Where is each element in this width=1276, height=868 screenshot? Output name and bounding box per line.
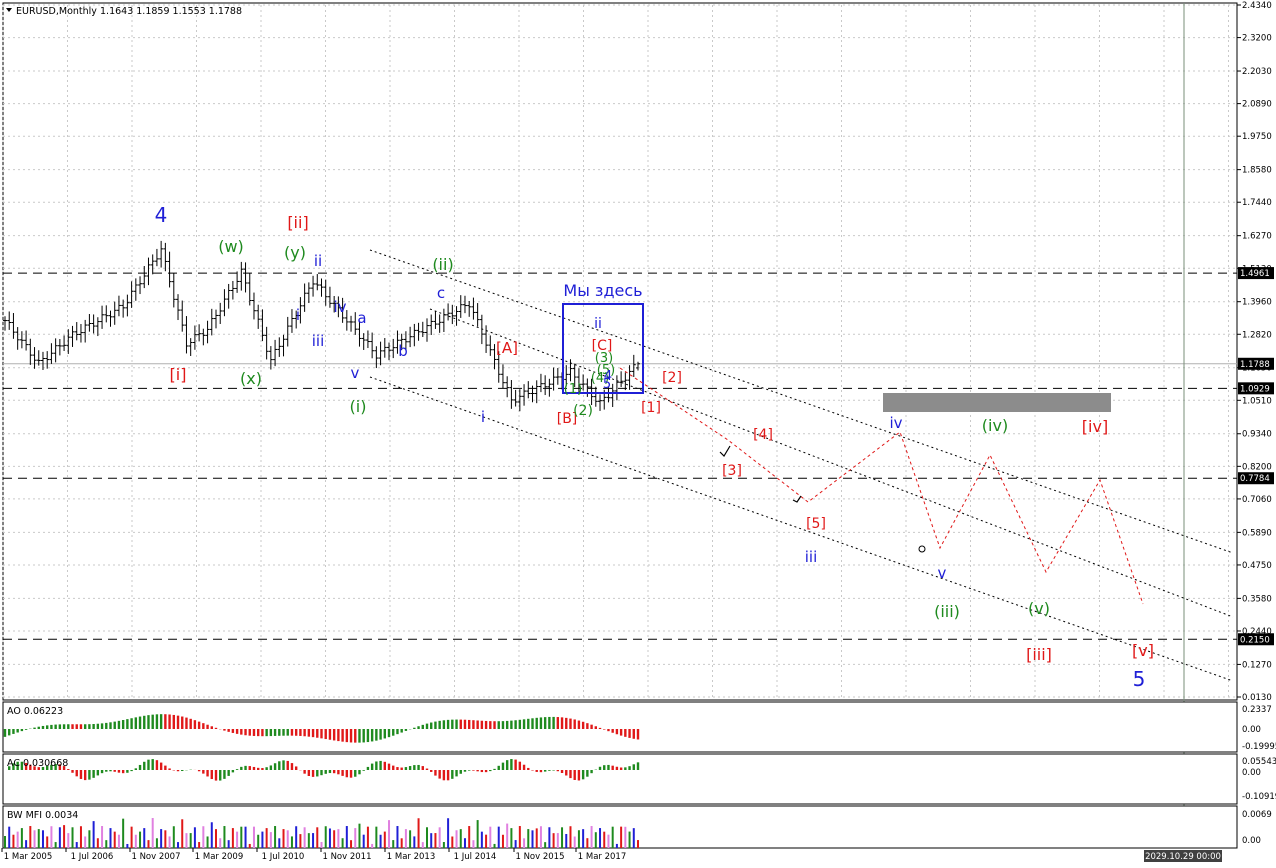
wave-label: (x) [240, 369, 262, 388]
wave-label: [ii] [287, 213, 308, 232]
y-tick-label: 2.2030 [1242, 67, 1272, 77]
mfi-panel [2, 805, 1238, 849]
time-cursor-label: 2029.10.29 00:00 [1145, 852, 1221, 862]
x-tick-label: 1 Jul 2010 [262, 852, 305, 862]
x-tick-label: 1 Jul 2014 [454, 852, 497, 862]
wave-label: [2] [662, 370, 682, 386]
x-tick-label: 1 Jul 2006 [71, 852, 114, 862]
wave-label: (ii) [432, 255, 453, 274]
y-tick-label: 0.0130 [1242, 693, 1272, 703]
wave-label: [4] [753, 427, 773, 443]
y-tick-label: 0.7060 [1242, 495, 1272, 505]
wave-label: [i] [170, 365, 187, 384]
wave-label: v [351, 364, 360, 382]
indicator-tick-label: -0.19995 [1242, 742, 1276, 752]
annotation-text: Мы здесь [563, 281, 642, 300]
y-tick-label: 1.0510 [1242, 396, 1272, 406]
price-tag-label: 1.4961 [1240, 269, 1270, 279]
mfi-label: BW MFI 0.0034 [7, 810, 78, 821]
ohlc-label: 1.1643 1.1859 1.1553 1.1788 [100, 6, 242, 17]
x-tick-label: 1 Mar 2009 [195, 852, 243, 862]
symbol-label: EURUSD,Monthly [16, 6, 97, 17]
x-tick-label: 1 Nov 2007 [131, 852, 180, 862]
wave-label: iv [889, 414, 902, 432]
indicator-tick-label: 0.055436 [1242, 757, 1276, 767]
ac-label: AC 0.030668 [7, 758, 68, 769]
wave-label: iii [312, 332, 325, 350]
wave-label: iii [805, 548, 818, 566]
indicator-tick-label: 0.0069 [1242, 810, 1272, 820]
ao-panel [2, 701, 1238, 753]
wave-label: (y) [284, 243, 306, 262]
wave-label: [v] [1132, 641, 1154, 660]
y-tick-label: 2.4340 [1242, 1, 1272, 11]
x-tick-label: 1 Mar 2013 [387, 852, 435, 862]
indicator-tick-label: 0.00 [1242, 768, 1261, 778]
price-panel [2, 2, 1238, 701]
y-tick-label: 1.6270 [1242, 232, 1272, 242]
price-tag-label: 0.2150 [1240, 635, 1270, 645]
x-tick-label: 1 Mar 2017 [578, 852, 626, 862]
wave-label: (1) [564, 382, 582, 397]
wave-label: [A] [496, 339, 518, 357]
indicator-tick-label: 0.00 [1242, 836, 1261, 846]
wave-label: [1] [641, 400, 661, 416]
indicator-axis: 0.23370.00-0.199950.0554360.00-0.109190.… [1242, 705, 1276, 846]
wave-label: i [481, 408, 485, 426]
wave-label: 5 [603, 377, 611, 392]
wave-label: ii [594, 316, 602, 332]
y-tick-label: 1.7440 [1242, 198, 1272, 208]
wave-label: ii [314, 252, 322, 270]
wave-label: (v) [1028, 599, 1050, 618]
wave-label: i [296, 306, 300, 324]
chart-header: EURUSD,Monthly 1.1643 1.1859 1.1553 1.17… [6, 6, 242, 17]
x-tick-label: 1 Nov 2011 [322, 852, 371, 862]
y-tick-label: 1.2820 [1242, 330, 1272, 340]
chart-canvas: 2.4340 2.3200 2.2030 2.0890 1.9750 1.8580 1.74… [1, 1, 1276, 862]
time-axis: 1 Mar 2005 1 Jul 2006 1 Nov 2007 1 Mar 2009… [1, 848, 626, 862]
y-tick-label: 0.5890 [1242, 528, 1272, 538]
wave-label: [iv] [1082, 417, 1108, 436]
y-tick-label: 1.9750 [1242, 132, 1272, 142]
wave-label: b [398, 342, 408, 360]
wave-label: (w) [218, 237, 244, 256]
ac-panel [2, 753, 1238, 805]
ao-label: AO 0.06223 [7, 706, 63, 717]
y-tick-label: 1.8580 [1242, 166, 1272, 176]
wave-label: 4 [155, 203, 168, 227]
y-tick-label: 0.3580 [1242, 594, 1272, 604]
target-zone [883, 393, 1111, 412]
x-tick-label: 1 Nov 2015 [515, 852, 564, 862]
y-tick-label: 0.9340 [1242, 430, 1272, 440]
price-tag-label: 0.7784 [1240, 474, 1270, 484]
y-tick-label: 2.3200 [1242, 34, 1272, 44]
y-tick-label: 2.0890 [1242, 100, 1272, 110]
y-tick-label: 1.3960 [1242, 298, 1272, 308]
wave-label: [5] [806, 516, 826, 532]
indicator-tick-label: 0.00 [1242, 725, 1261, 735]
price-tag-label: 1.0929 [1240, 384, 1270, 394]
wave-label: c [437, 284, 445, 302]
wave-label: (iv) [982, 416, 1008, 435]
wave-label: v [938, 564, 947, 582]
wave-label: [3] [722, 463, 742, 479]
indicator-tick-label: -0.10919 [1242, 792, 1276, 802]
wave-label: iv [333, 298, 346, 316]
y-tick-label: 0.8200 [1242, 462, 1272, 472]
wave-label: [iii] [1026, 645, 1052, 664]
wave-label: 5 [1133, 667, 1146, 691]
price-tag-label: 1.1788 [1240, 360, 1270, 370]
wave-label: (2) [573, 403, 593, 419]
wave-label: (i) [350, 397, 367, 416]
y-tick-label: 0.1270 [1242, 660, 1272, 670]
price-axis: 2.4340 2.3200 2.2030 2.0890 1.9750 1.8580 1.74… [1237, 1, 1272, 703]
indicator-tick-label: 0.2337 [1242, 705, 1272, 715]
wave-label: (iii) [934, 602, 960, 621]
x-tick-label: 1 Mar 2005 [4, 852, 52, 862]
price-tags: 1.4961 1.1788 1.0929 0.7784 0.2150 [1238, 267, 1274, 646]
y-tick-label: 0.4750 [1242, 561, 1272, 571]
wave-label: a [357, 309, 366, 327]
